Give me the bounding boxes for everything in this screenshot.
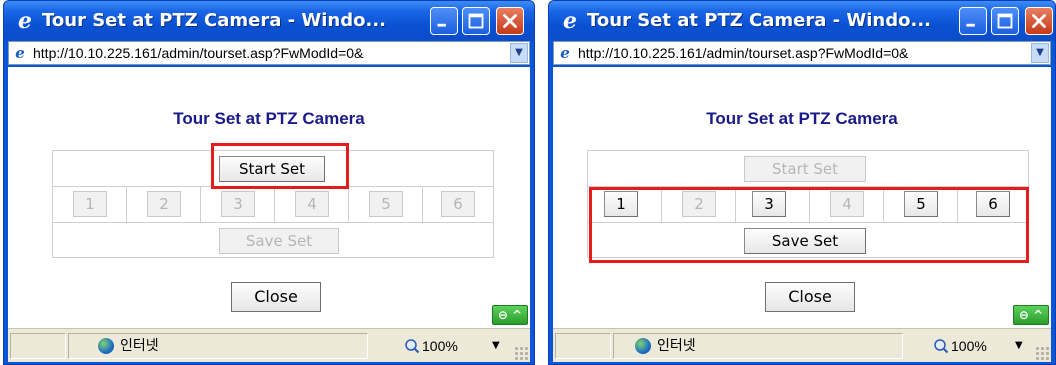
slot-button-2[interactable]: 2: [147, 191, 181, 217]
slot-cell: 3: [201, 187, 275, 222]
save-set-row: Save Set: [588, 223, 1028, 259]
title-bar[interactable]: e Tour Set at PTZ Camera - Windo...: [549, 1, 1055, 41]
globe-icon: [635, 338, 651, 354]
zoom-level-text[interactable]: 100%: [951, 335, 987, 357]
ie-page-icon: e: [15, 44, 25, 62]
close-icon: [503, 14, 517, 28]
corner-widget-icon[interactable]: ⊖ ^: [492, 305, 528, 325]
minimize-icon: [966, 23, 975, 27]
window-title: Tour Set at PTZ Camera - Windo...: [42, 10, 387, 31]
start-set-row: Start Set: [53, 151, 493, 187]
url-text[interactable]: http://10.10.225.161/admin/tourset.asp?F…: [578, 42, 1028, 64]
start-set-row: Start Set: [588, 151, 1028, 187]
slot-button-3[interactable]: 3: [221, 191, 255, 217]
ie-logo-icon: e: [563, 8, 577, 34]
address-dropdown-button[interactable]: ▼: [1031, 43, 1049, 63]
maximize-button[interactable]: [991, 7, 1019, 35]
window-title: Tour Set at PTZ Camera - Windo...: [587, 10, 932, 31]
popup-window-right: e Tour Set at PTZ Camera - Windo... e ht…: [548, 0, 1056, 365]
slot-cell: 4: [810, 187, 884, 222]
tour-table: Start Set 1 2 3 4 5 6 Save Set: [587, 150, 1029, 258]
minimize-icon: [437, 23, 446, 27]
ie-logo-icon: e: [18, 8, 32, 34]
title-bar[interactable]: e Tour Set at PTZ Camera - Windo...: [4, 1, 534, 41]
minimize-button[interactable]: [430, 7, 458, 35]
slot-cell: 4: [275, 187, 349, 222]
slot-cell: 1: [588, 187, 662, 222]
popup-window-left: e Tour Set at PTZ Camera - Windo... e ht…: [3, 0, 535, 365]
slot-button-4[interactable]: 4: [830, 191, 864, 217]
slot-cell: 2: [127, 187, 201, 222]
close-button[interactable]: Close: [231, 282, 321, 312]
ie-page-icon: e: [560, 44, 570, 62]
slot-cell: 1: [53, 187, 127, 222]
slot-cell: 6: [958, 187, 1028, 222]
slot-button-3[interactable]: 3: [752, 191, 786, 217]
address-dropdown-button[interactable]: ▼: [510, 43, 528, 63]
slot-button-2[interactable]: 2: [682, 191, 716, 217]
start-set-button[interactable]: Start Set: [219, 156, 325, 182]
slot-button-4[interactable]: 4: [295, 191, 329, 217]
slot-row: 1 2 3 4 5 6: [588, 187, 1028, 223]
slot-cell: 3: [736, 187, 810, 222]
page-title: Tour Set at PTZ Camera: [173, 109, 365, 128]
url-text[interactable]: http://10.10.225.161/admin/tourset.asp?F…: [33, 42, 507, 64]
close-icon: [1032, 14, 1046, 28]
resize-grip[interactable]: [514, 346, 528, 360]
close-button[interactable]: Close: [765, 282, 855, 312]
globe-icon: [98, 338, 114, 354]
address-bar[interactable]: e http://10.10.225.161/admin/tourset.asp…: [553, 41, 1051, 65]
save-set-row: Save Set: [53, 223, 493, 259]
save-set-button[interactable]: Save Set: [219, 228, 339, 254]
status-segment: [10, 333, 66, 359]
minimize-button[interactable]: [959, 7, 987, 35]
maximize-icon: [468, 13, 484, 29]
page-content: Tour Set at PTZ Camera Start Set 1 2 3 4: [8, 67, 530, 328]
start-set-button[interactable]: Start Set: [744, 156, 866, 182]
status-bar: 인터넷 100% ▼: [553, 328, 1051, 362]
status-zone-text: 인터넷: [657, 338, 696, 354]
close-window-button[interactable]: [496, 7, 524, 35]
zoom-dropdown-icon[interactable]: ▼: [1015, 335, 1027, 357]
slot-cell: 5: [349, 187, 423, 222]
maximize-button[interactable]: [462, 7, 490, 35]
page-title: Tour Set at PTZ Camera: [706, 109, 898, 128]
slot-button-5[interactable]: 5: [904, 191, 938, 217]
status-segment: [555, 333, 611, 359]
slot-cell: 5: [884, 187, 958, 222]
save-set-button[interactable]: Save Set: [744, 228, 866, 254]
close-window-button[interactable]: [1025, 7, 1053, 35]
slot-button-5[interactable]: 5: [369, 191, 403, 217]
tour-table: Start Set 1 2 3 4 5 6 Save Set: [52, 150, 494, 258]
maximize-icon: [997, 13, 1013, 29]
magnifier-icon[interactable]: [404, 338, 420, 354]
status-bar: 인터넷 100% ▼: [8, 328, 530, 362]
corner-widget-icon[interactable]: ⊖ ^: [1013, 305, 1049, 325]
slot-cell: 2: [662, 187, 736, 222]
address-bar[interactable]: e http://10.10.225.161/admin/tourset.asp…: [8, 41, 530, 65]
slot-button-1[interactable]: 1: [604, 191, 638, 217]
slot-cell: 6: [423, 187, 493, 222]
resize-grip[interactable]: [1035, 346, 1049, 360]
page-content: Tour Set at PTZ Camera Start Set 1 2 3 4: [553, 67, 1051, 328]
slot-button-6[interactable]: 6: [976, 191, 1010, 217]
status-zone-text: 인터넷: [120, 338, 159, 354]
slot-button-6[interactable]: 6: [441, 191, 475, 217]
zoom-dropdown-icon[interactable]: ▼: [492, 335, 504, 357]
slot-button-1[interactable]: 1: [73, 191, 107, 217]
magnifier-icon[interactable]: [933, 338, 949, 354]
zoom-level-text[interactable]: 100%: [422, 335, 458, 357]
slot-row: 1 2 3 4 5 6: [53, 187, 493, 223]
